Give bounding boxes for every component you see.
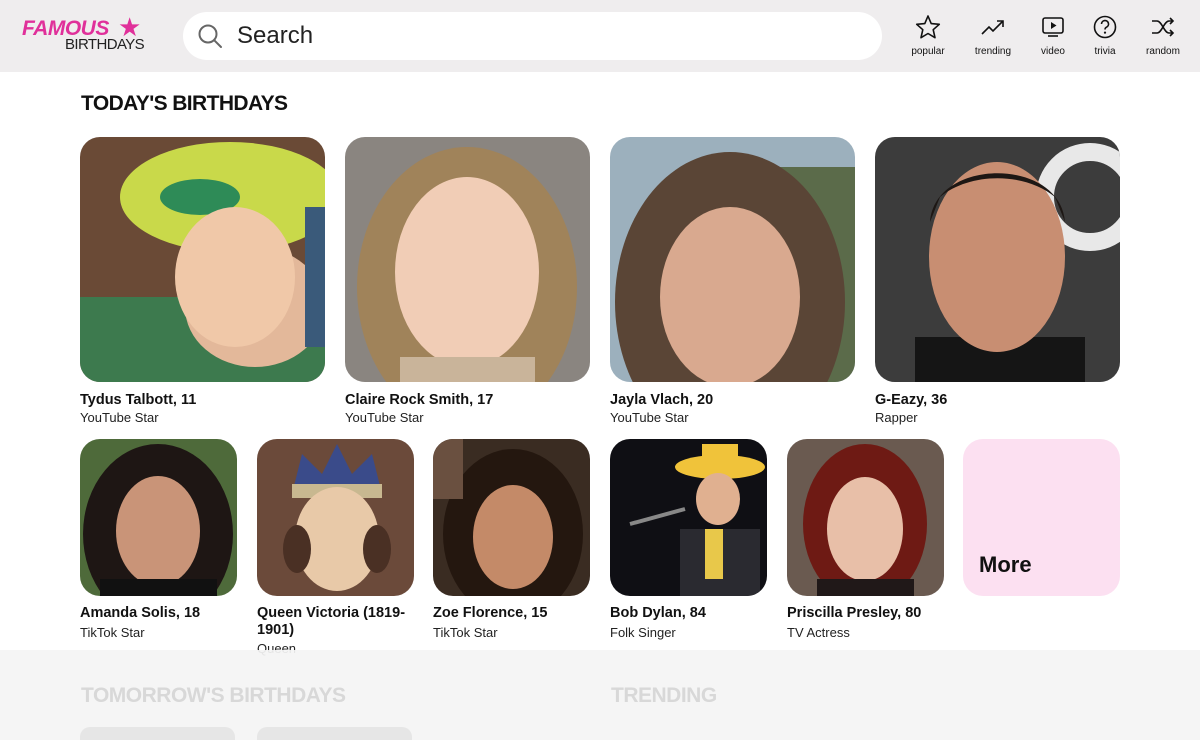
person-photo-image (610, 439, 767, 596)
person-photo-image (257, 439, 414, 596)
person-photo[interactable] (257, 439, 414, 596)
person-occupation: YouTube Star (345, 410, 424, 425)
person-occupation: TikTok Star (80, 625, 145, 640)
person-occupation: YouTube Star (80, 410, 159, 425)
person-card[interactable]: Zoe Florence, 15 TikTok Star (433, 439, 590, 649)
person-card[interactable]: Tydus Talbott, 11 YouTube Star (80, 137, 325, 427)
person-photo-image (433, 439, 590, 596)
person-card[interactable]: Bob Dylan, 84 Folk Singer (610, 439, 767, 649)
nav-random-label: random (1146, 46, 1180, 57)
star-icon (915, 15, 941, 39)
tomorrow-person-photo[interactable] (257, 727, 412, 740)
person-occupation: Rapper (875, 410, 918, 425)
shuffle-icon (1152, 17, 1175, 37)
person-card[interactable]: Amanda Solis, 18 TikTok Star (80, 439, 237, 649)
nav-random-button[interactable]: random (1134, 14, 1192, 62)
person-name[interactable]: G-Eazy, 36 (875, 392, 947, 409)
person-name[interactable]: Priscilla Presley, 80 (787, 605, 921, 622)
person-photo[interactable] (610, 439, 767, 596)
tomorrows-birthdays-heading: TOMORROW'S BIRTHDAYS (81, 684, 346, 707)
search-bar[interactable] (183, 12, 882, 60)
nav-video-label: video (1041, 46, 1065, 57)
search-icon (198, 24, 222, 48)
logo-word-birthdays: BIRTHDAYS (65, 36, 145, 53)
person-occupation: Folk Singer (610, 625, 676, 640)
person-name[interactable]: Claire Rock Smith, 17 (345, 392, 493, 409)
person-name[interactable]: Bob Dylan, 84 (610, 605, 706, 622)
trending-heading: TRENDING (611, 684, 717, 707)
person-name[interactable]: Tydus Talbott, 11 (80, 392, 196, 409)
person-occupation: TikTok Star (433, 625, 498, 640)
person-card[interactable]: Priscilla Presley, 80 TV Actress (787, 439, 944, 649)
person-photo[interactable] (433, 439, 590, 596)
person-name[interactable]: Amanda Solis, 18 (80, 605, 200, 622)
top-bar: FAMOUS ★ BIRTHDAYS popular trending vide… (0, 0, 1200, 72)
trending-icon (981, 20, 1004, 35)
person-photo-image (345, 137, 590, 382)
person-card[interactable]: Queen Victoria (1819-1901) Queen (257, 439, 414, 656)
search-input[interactable] (237, 20, 857, 52)
famous-birthdays-logo[interactable]: FAMOUS ★ BIRTHDAYS (22, 14, 150, 57)
person-card[interactable]: Jayla Vlach, 20 YouTube Star (610, 137, 855, 427)
person-photo-image (787, 439, 944, 596)
person-photo[interactable] (875, 137, 1120, 382)
nav-popular-button[interactable]: popular (899, 14, 957, 62)
person-photo[interactable] (80, 439, 237, 596)
person-name[interactable]: Zoe Florence, 15 (433, 605, 547, 622)
todays-birthdays-heading: TODAY'S BIRTHDAYS (81, 92, 288, 115)
tomorrow-person-photo[interactable] (80, 727, 235, 740)
person-name[interactable]: Queen Victoria (1819-1901) (257, 605, 414, 639)
person-photo[interactable] (80, 137, 325, 382)
nav-popular-label: popular (911, 46, 945, 57)
nav-trivia-label: trivia (1094, 46, 1116, 57)
nav-trending-button[interactable]: trending (964, 14, 1022, 62)
nav-video-button[interactable]: video (1024, 14, 1082, 62)
person-card[interactable]: Claire Rock Smith, 17 YouTube Star (345, 137, 590, 427)
person-photo-image (80, 439, 237, 596)
nav-trending-label: trending (974, 46, 1012, 57)
question-icon (1093, 15, 1117, 39)
person-photo-image (875, 137, 1120, 382)
person-photo[interactable] (345, 137, 590, 382)
person-photo[interactable] (787, 439, 944, 596)
person-photo-image (610, 137, 855, 382)
person-name[interactable]: Jayla Vlach, 20 (610, 392, 713, 409)
person-photo[interactable] (610, 137, 855, 382)
person-card[interactable]: G-Eazy, 36 Rapper (875, 137, 1120, 427)
video-icon (1042, 17, 1064, 37)
nav-trivia-button[interactable]: trivia (1076, 14, 1134, 62)
person-occupation: TV Actress (787, 625, 850, 640)
person-photo-image (80, 137, 325, 382)
person-occupation: YouTube Star (610, 410, 689, 425)
more-birthdays-button[interactable]: More (963, 439, 1120, 596)
more-label: More (979, 552, 1032, 577)
